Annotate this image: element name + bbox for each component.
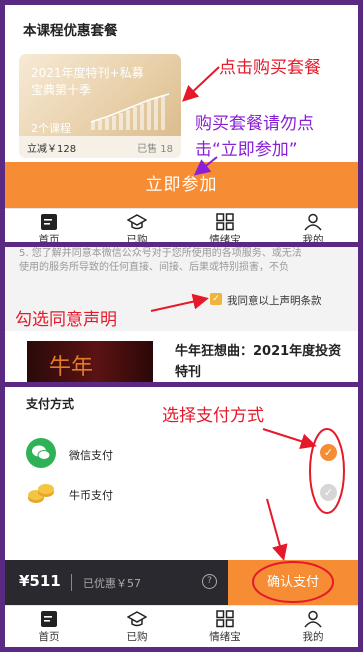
- annotation-arrows: [150, 293, 209, 312]
- arrow-to-checkbox: [150, 293, 209, 312]
- highlight-confirm-button: [252, 561, 334, 603]
- package-panel: 本课程优惠套餐 2021年度特刊+私募 宝典第十季 2个课程 立减￥128 已售…: [5, 5, 358, 242]
- highlight-payment-options: [309, 428, 345, 514]
- arrow-to-payment-options: [262, 428, 317, 449]
- payment-panel: 支付方式 选择支付方式 微信支付 ✓ 牛币支付 ✓ ¥511 已优惠￥57 ? …: [5, 387, 358, 647]
- agreement-panel: 5. 您了解并同意本微信公众号对于您所使用的各项服务、或无法 使用的服务所导致的…: [5, 247, 358, 382]
- arrow-to-package: [182, 66, 220, 102]
- annotation-arrows: [182, 66, 220, 176]
- arrow-to-join-button: [193, 156, 218, 176]
- annotation-arrows: [252, 428, 345, 603]
- arrow-to-confirm-button: [266, 498, 288, 561]
